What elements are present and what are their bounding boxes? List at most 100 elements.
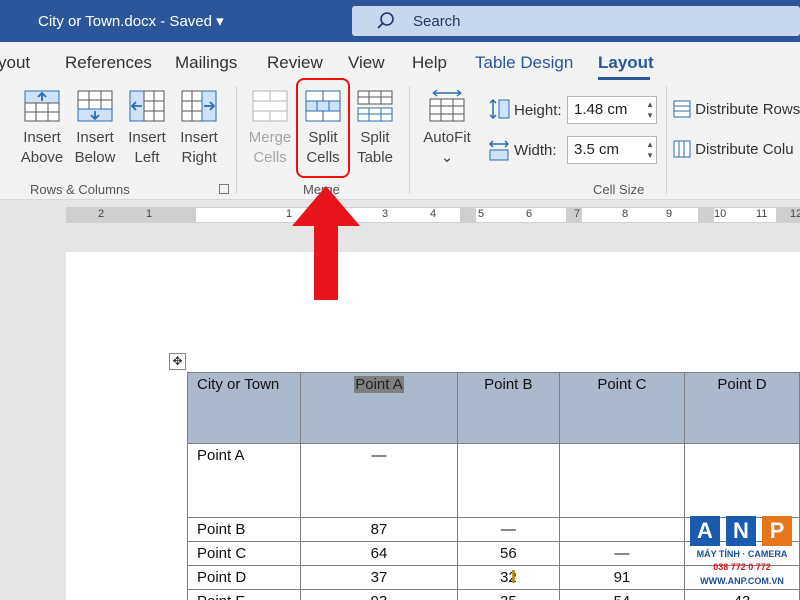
- table-cell[interactable]: Point B: [186, 517, 302, 542]
- tab-help[interactable]: Help: [412, 53, 447, 73]
- split-table-icon: [357, 90, 393, 122]
- table-cell[interactable]: 56: [456, 541, 560, 566]
- table-cell[interactable]: [683, 443, 800, 518]
- ribbon: Insert Above Insert Below Insert Left In…: [0, 80, 800, 200]
- merge-cells-icon: [252, 90, 288, 122]
- tab-table-layout[interactable]: Layout: [598, 53, 654, 73]
- table-cell[interactable]: —: [300, 443, 458, 518]
- table-cell[interactable]: Point A: [186, 443, 302, 518]
- table-cell[interactable]: —: [558, 541, 685, 566]
- height-input[interactable]: 1.48 cm ▲ ▼: [567, 96, 657, 124]
- search-label: Search: [413, 13, 461, 30]
- text-cursor-icon: I: [511, 567, 517, 587]
- chevron-down-icon: ⌄: [440, 149, 454, 166]
- table-cell[interactable]: 35: [456, 589, 560, 600]
- table-cell[interactable]: 32: [456, 565, 560, 590]
- insert-below-label-1: Insert: [76, 129, 114, 146]
- group-separator: [666, 86, 667, 194]
- ruler-label: 9: [666, 208, 673, 220]
- table-row: City or Town Point A Point B Point C Poi…: [186, 372, 800, 444]
- autofit-icon: [429, 90, 465, 122]
- insert-above-button[interactable]: Insert Above: [16, 90, 68, 168]
- insert-right-icon: [181, 90, 217, 122]
- tab-review[interactable]: Review: [267, 53, 323, 73]
- logo-line: 038 772 0 772: [713, 562, 771, 572]
- table-cell[interactable]: Point C: [186, 541, 302, 566]
- table-cell[interactable]: Point D: [186, 565, 302, 590]
- split-table-label-2: Table: [357, 149, 393, 166]
- tab-view[interactable]: View: [348, 53, 385, 73]
- table-cell[interactable]: [558, 443, 685, 518]
- ruler-label: 1: [146, 208, 153, 220]
- width-input[interactable]: 3.5 cm ▲ ▼: [567, 136, 657, 164]
- tab-references[interactable]: References: [65, 53, 152, 73]
- autofit-button[interactable]: AutoFit ⌄: [418, 90, 476, 168]
- logo-line: WWW.ANP.COM.VN: [700, 576, 784, 586]
- search-box[interactable]: Search: [352, 6, 800, 36]
- cell-size-group-label: Cell Size: [593, 182, 645, 197]
- table-move-handle-icon[interactable]: ✥: [169, 353, 186, 370]
- autofit-label: AutoFit: [423, 129, 471, 146]
- insert-below-button[interactable]: Insert Below: [69, 90, 121, 168]
- distribute-rows-button[interactable]: Distribute Rows: [673, 100, 800, 118]
- insert-left-button[interactable]: Insert Left: [121, 90, 173, 168]
- merge-cells-button[interactable]: Merge Cells: [244, 90, 296, 168]
- table-cell[interactable]: 87: [300, 517, 458, 542]
- red-arrow-annotation: [292, 186, 360, 300]
- tab-table-design[interactable]: Table Design: [475, 53, 573, 73]
- dialog-launcher-icon[interactable]: [219, 184, 229, 194]
- ruler-label: 7: [574, 208, 581, 220]
- ruler-label: 6: [526, 208, 533, 220]
- distribute-columns-icon: [673, 140, 691, 158]
- table-cell[interactable]: 64: [300, 541, 458, 566]
- split-table-button[interactable]: Split Table: [349, 90, 401, 168]
- column-width-icon: [488, 140, 510, 161]
- ruler-label: 4: [430, 208, 437, 220]
- spinner-icon[interactable]: ▲ ▼: [646, 99, 654, 121]
- logo-line: MÁY TÍNH · CAMERA: [696, 549, 788, 559]
- table-header-cell[interactable]: Point D: [683, 372, 800, 444]
- document-title[interactable]: City or Town.docx - Saved ▾: [38, 12, 224, 30]
- table-header-cell[interactable]: Point C: [558, 372, 685, 444]
- merge-cells-label-1: Merge: [248, 129, 292, 146]
- table-cell[interactable]: 91: [558, 565, 685, 590]
- logo-letter: P: [762, 516, 792, 546]
- insert-above-icon: [24, 90, 60, 122]
- table-cell[interactable]: 93: [300, 589, 458, 600]
- header-point-d: Point D: [717, 376, 767, 393]
- ruler-label: 8: [622, 208, 629, 220]
- table-header-cell-selected[interactable]: Point A: [300, 372, 458, 444]
- table-cell[interactable]: [456, 443, 560, 518]
- width-value: 3.5 cm: [574, 141, 620, 158]
- distribute-columns-button[interactable]: Distribute Colu: [673, 140, 794, 158]
- group-separator: [409, 86, 410, 194]
- insert-left-label-1: Insert: [128, 129, 166, 146]
- table-cell[interactable]: Point E: [186, 589, 302, 600]
- ruler-label: 3: [382, 208, 389, 220]
- horizontal-ruler[interactable]: 2 1 1 2 3 4 5 6 7 8 9 10 11 12: [66, 207, 800, 223]
- table-header-cell[interactable]: City or Town: [186, 372, 302, 444]
- table-cell[interactable]: 37: [300, 565, 458, 590]
- distribute-columns-label: Distribute Colu: [695, 141, 794, 158]
- ruler-label: 11: [756, 208, 768, 220]
- split-table-label-1: Split: [360, 129, 390, 146]
- logo-letter: A: [690, 516, 720, 546]
- table-header-cell[interactable]: Point B: [456, 372, 560, 444]
- tab-mailings[interactable]: Mailings: [175, 53, 237, 73]
- table-cell[interactable]: [558, 517, 685, 542]
- header-point-a: Point A: [354, 376, 404, 393]
- ruler-column-marker[interactable]: [460, 208, 476, 222]
- insert-above-label-1: Insert: [23, 129, 61, 146]
- ruler-column-marker[interactable]: [698, 208, 714, 222]
- insert-left-icon: [129, 90, 165, 122]
- tab-layout-page[interactable]: yout: [0, 53, 30, 73]
- table-cell[interactable]: —: [456, 517, 560, 542]
- header-point-b: Point B: [484, 376, 533, 393]
- insert-right-button[interactable]: Insert Right: [173, 90, 225, 168]
- spinner-icon[interactable]: ▲ ▼: [646, 139, 654, 161]
- table-cell[interactable]: 54: [558, 589, 685, 600]
- brand-logo: A N P MÁY TÍNH · CAMERA 038 772 0 772 WW…: [690, 516, 794, 592]
- insert-below-label-2: Below: [74, 149, 116, 166]
- header-point-c: Point C: [597, 376, 647, 393]
- ruler-label: 2: [98, 208, 105, 220]
